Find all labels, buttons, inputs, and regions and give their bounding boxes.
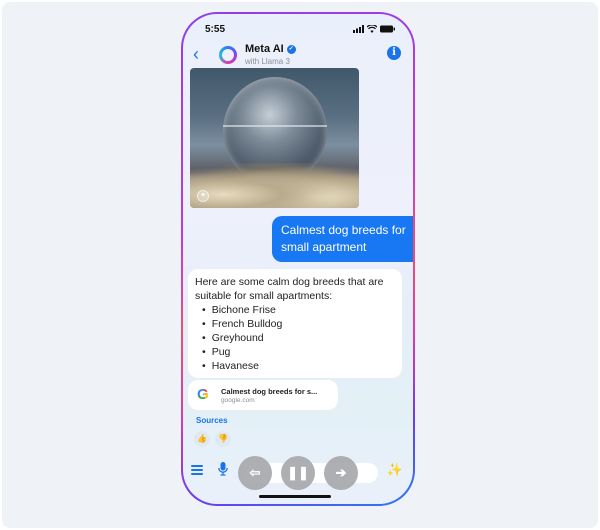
verified-badge-icon: ✓ — [286, 44, 296, 54]
wifi-icon — [367, 25, 377, 33]
sparkle-icon[interactable]: ✨ — [387, 462, 403, 478]
imagine-sparkle-icon[interactable]: ✦ — [197, 190, 209, 202]
meta-ai-avatar[interactable] — [219, 46, 237, 64]
signal-icon — [353, 25, 364, 33]
breed-list: Bichone Frise French Bulldog Greyhound P… — [195, 303, 395, 373]
assistant-message-bubble: Here are some calm dog breeds that are s… — [188, 269, 402, 378]
list-item: Pug — [202, 345, 395, 359]
chat-subtitle: with Llama 3 — [245, 57, 290, 66]
source-card[interactable]: G Calmest dog breeds for s... google.com — [188, 380, 338, 410]
phone-screen: 5:55 ‹ Meta AI ✓ with Llama 3 i ✦ Calmes… — [183, 14, 413, 504]
back-control-button[interactable]: ⇦ — [238, 456, 272, 490]
microphone-icon[interactable] — [218, 462, 228, 479]
phone-frame: 5:55 ‹ Meta AI ✓ with Llama 3 i ✦ Calmes… — [181, 12, 415, 506]
list-item: French Bulldog — [202, 317, 395, 331]
status-bar: 5:55 — [205, 22, 395, 36]
chevron-left-icon[interactable]: ‹ — [193, 44, 199, 64]
image-clouds — [190, 163, 359, 208]
chat-title: Meta AI ✓ — [245, 43, 296, 55]
status-time: 5:55 — [205, 23, 226, 35]
chat-title-text: Meta AI — [245, 43, 284, 55]
sources-link[interactable]: Sources — [196, 416, 228, 425]
status-icons — [353, 25, 395, 33]
thumbs-up-icon[interactable]: 👍 — [194, 431, 210, 447]
source-title: Calmest dog breeds for s... — [221, 387, 318, 396]
info-icon[interactable]: i — [387, 46, 401, 60]
pause-button[interactable]: ❚❚ — [281, 456, 315, 490]
home-indicator[interactable] — [259, 495, 331, 498]
battery-icon — [380, 25, 395, 33]
source-domain: google.com — [221, 397, 255, 404]
chat-header: ‹ Meta AI ✓ with Llama 3 i — [183, 42, 413, 70]
list-item: Havanese — [202, 359, 395, 373]
generated-image[interactable]: ✦ — [190, 68, 359, 208]
composer-bar: ⇦ ❚❚ ➔ ✨ — [183, 456, 413, 490]
google-logo-icon: G — [197, 387, 211, 402]
thumbs-down-icon[interactable]: 👎 — [215, 431, 231, 447]
list-item: Bichone Frise — [202, 303, 395, 317]
assistant-intro: Here are some calm dog breeds that are s… — [195, 276, 384, 302]
image-horizon — [223, 125, 327, 127]
hamburger-menu-icon[interactable] — [191, 465, 203, 475]
user-message-bubble: Calmest dog breeds for small apartment — [272, 216, 413, 262]
forward-control-button[interactable]: ➔ — [324, 456, 358, 490]
list-item: Greyhound — [202, 331, 395, 345]
